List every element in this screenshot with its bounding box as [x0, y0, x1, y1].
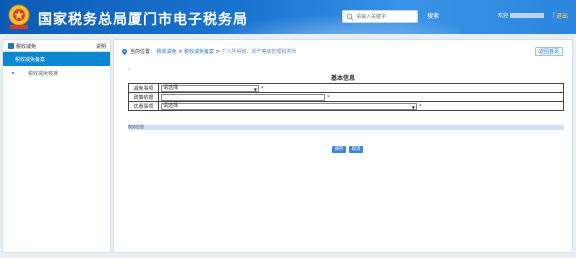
sidebar-help-link[interactable]: 说明 [96, 43, 106, 50]
required-mark: * [261, 85, 264, 92]
back-home-button[interactable]: 返回首页 [535, 47, 563, 56]
save-button[interactable]: 保存 [332, 146, 346, 153]
main-content: 当前位置： 税收减免 > 税收减免备案 > 个人所得税、资产等级管理税务所 返回… [113, 39, 573, 253]
welcome-label: 欢迎 [498, 13, 509, 19]
logout-link[interactable]: 退出 [556, 11, 568, 20]
tax-info-band: 税务信息 [128, 124, 564, 130]
chevron-down-icon: ▼ [411, 104, 415, 110]
required-mark: * [419, 103, 422, 110]
basic-info-form: 减免事项 请选择 ▼ * 政策依据 * 优惠事项 请选择 ▼ * [128, 83, 564, 111]
sidebar: 税收减免 说明 税收减免备案 税收减免核准 [2, 39, 111, 253]
sidebar-header: 税收减免 说明 [3, 40, 110, 52]
select-value: 请选择 [163, 102, 179, 109]
bullet-icon [12, 72, 14, 74]
preferential-item-select[interactable]: 请选择 ▼ [161, 102, 417, 110]
breadcrumb-current: 个人所得税、资产等级管理税务所 [221, 49, 297, 55]
search-icon [346, 13, 354, 21]
sidebar-item-label: 税收减免核准 [28, 71, 59, 77]
chevron-down-icon: ▼ [253, 86, 257, 92]
sidebar-title: 税收减免 [16, 44, 37, 50]
form-row: 优惠事项 请选择 ▼ * [128, 101, 564, 111]
form-row: 政策依据 * [128, 92, 564, 102]
site-title: 国家税务总局厦门市电子税务局 [38, 12, 248, 28]
field-label: 优惠事项 [128, 101, 159, 111]
select-value: 请选择 [163, 84, 179, 91]
breadcrumb-link[interactable]: 税收减免备案 [184, 49, 214, 55]
field-label: 政策依据 [128, 92, 159, 102]
masked-username [510, 13, 545, 18]
breadcrumb-prefix: 当前位置： [130, 49, 156, 55]
relief-item-select[interactable]: 请选择 ▼ [161, 84, 259, 92]
search-box[interactable] [342, 10, 418, 23]
search-input[interactable] [356, 11, 417, 22]
field-label: 减免事项 [128, 83, 159, 93]
tax-emblem-icon [8, 4, 30, 29]
sidebar-item-approval[interactable]: 税收减免核准 [3, 66, 110, 80]
policy-basis-input[interactable] [161, 93, 325, 101]
breadcrumb-link[interactable]: 税收减免 [157, 49, 177, 55]
location-pin-icon [122, 48, 127, 55]
sidebar-item-filing[interactable]: 税收减免备案 [3, 52, 110, 66]
form-row: 减免事项 请选择 ▼ * [128, 83, 564, 93]
search-button[interactable]: 搜索 [421, 10, 445, 23]
site-header: 国家税务总局厦门市电子税务局 搜索 欢迎 | 退出 [0, 0, 576, 34]
sidebar-item-label: 税收减免备案 [15, 57, 46, 63]
header-divider: | [553, 12, 555, 18]
cancel-button[interactable]: 取消 [349, 146, 363, 153]
menu-icon [8, 43, 14, 49]
breadcrumb: 当前位置： 税收减免 > 税收减免备案 > 个人所得税、资产等级管理税务所 [122, 48, 296, 55]
field-cell: 请选择 ▼ * [158, 101, 564, 111]
user-welcome: 欢迎 [498, 12, 546, 19]
band-label: 税务信息 [128, 124, 144, 129]
field-cell: 请选择 ▼ * [158, 83, 564, 93]
section-title: 基本信息 [330, 75, 355, 82]
field-cell: * [158, 92, 564, 102]
tiny-mark: \ [128, 67, 130, 72]
required-mark: * [327, 94, 330, 101]
